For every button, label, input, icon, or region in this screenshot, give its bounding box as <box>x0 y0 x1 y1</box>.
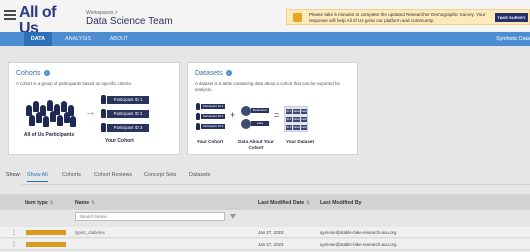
sort-icon[interactable]: ⇅ <box>306 200 310 205</box>
dataset-type-label: Synthetic Data <box>496 36 530 42</box>
person-icon <box>101 109 106 118</box>
grid-cell: Labs 1 <box>301 109 307 118</box>
data-about-cohort-label: Data About Your Cohort <box>238 139 274 150</box>
tab-data[interactable]: DATA <box>24 32 52 46</box>
labs-icon <box>241 119 251 129</box>
person-icon <box>196 123 200 130</box>
grid-cell: Value 2 <box>293 117 300 126</box>
person-icon <box>196 113 200 120</box>
crowd-label: All of Us Participants <box>23 132 75 138</box>
survey-text: Please take 5 minutes to complete the up… <box>309 12 486 23</box>
sort-icon[interactable]: ⇅ <box>91 200 95 205</box>
grid-cell: Value 3 <box>293 125 300 134</box>
equals-icon: = <box>274 110 280 120</box>
datasets-card[interactable]: Datasets i A dataset is a table containin… <box>187 62 358 155</box>
grid-cell: ID 3 <box>286 125 292 130</box>
table-row[interactable]: ⋮ type2_diabetes Jan 27, 2023 aymone@sta… <box>0 227 530 238</box>
participant-chip: Participant ID 3 <box>107 124 149 132</box>
take-survey-button[interactable]: TAKE SURVEY <box>495 13 528 22</box>
row-modified-by: aymone@stable-fake-research-aou.org <box>320 230 397 235</box>
resources-table: Item type ⇅ Name ⇅ Last Modified Date ⇅ Las… <box>0 194 530 252</box>
grid-cell: ID 1 <box>286 109 292 114</box>
column-item-type[interactable]: Item type ⇅ <box>25 200 54 206</box>
grid-cell: Labs 3 <box>301 125 307 134</box>
table-row[interactable]: ⋮ Jan 27, 2023 aymone@stable-fake-resear… <box>0 239 530 250</box>
participants-crowd-icon <box>24 99 76 129</box>
medication-icon <box>241 106 251 116</box>
row-date: Jan 27, 2023 <box>258 242 284 247</box>
participant-chip: Participant ID 2 <box>107 110 149 118</box>
filter-tab-cohorts[interactable]: Cohorts <box>62 172 81 178</box>
show-label: Show: <box>6 172 21 178</box>
filter-tab-datasets[interactable]: Datasets <box>189 172 210 178</box>
item-type-badge <box>26 230 66 235</box>
your-cohort-label: Your Cohort <box>105 138 134 144</box>
mini-participant-chip: Participant ID 2 <box>201 114 225 119</box>
column-last-modified-by[interactable]: Last Modified By <box>320 200 362 206</box>
info-icon[interactable]: i <box>225 70 232 76</box>
row-menu-icon[interactable]: ⋮ <box>11 241 17 248</box>
table-header: Item type ⇅ Name ⇅ Last Modified Date ⇅ Las… <box>0 194 530 210</box>
column-last-modified-date[interactable]: Last Modified Date ⇅ <box>258 200 310 206</box>
filter-funnel-icon[interactable] <box>230 214 236 219</box>
tab-analysis[interactable]: ANALYSIS <box>60 32 96 46</box>
filter-tab-cohort-reviews[interactable]: Cohort Reviews <box>94 172 132 178</box>
search-name-input[interactable] <box>75 212 225 221</box>
mini-participant-chip: Participant ID 3 <box>201 124 225 129</box>
info-icon[interactable]: i <box>43 70 50 76</box>
filter-divider <box>22 184 530 185</box>
person-icon <box>101 95 106 104</box>
survey-banner: Please take 5 minutes to complete the up… <box>286 9 530 25</box>
sort-icon[interactable]: ⇅ <box>50 200 54 205</box>
item-type-badge <box>26 242 66 247</box>
column-name[interactable]: Name ⇅ <box>75 200 95 206</box>
mini-participant-chip: Participant ID 1 <box>201 104 225 109</box>
row-name[interactable]: type2_diabetes <box>75 230 105 235</box>
hamburger-menu-icon[interactable] <box>4 10 16 20</box>
all-of-us-logo[interactable]: All of Us RESEARCHER WORKBENCH <box>19 5 71 43</box>
person-icon <box>101 123 106 132</box>
person-icon <box>196 103 200 110</box>
grid-cell: ID 2 <box>286 117 292 122</box>
filter-tab-concept-sets[interactable]: Concept Sets <box>144 172 176 178</box>
arrow-right-icon: → <box>85 106 96 118</box>
dataset-grid-icon: ID 1 Value 1 Labs 1 ID 2 Value 2 Labs 2 … <box>284 106 308 134</box>
grid-cell: Labs 2 <box>301 117 307 126</box>
row-date: Jan 27, 2023 <box>258 230 284 235</box>
tab-about[interactable]: ABOUT <box>104 32 134 46</box>
cohorts-card-description: A cohort is a group of participants base… <box>16 81 132 86</box>
data-item-chip: Labs <box>251 121 269 126</box>
your-dataset-label: Your Dataset <box>286 139 314 144</box>
workspace-nav: DATA ANALYSIS ABOUT Synthetic Data <box>0 32 530 46</box>
plus-icon: + <box>230 110 236 120</box>
workspace-title: Data Science Team <box>86 16 173 27</box>
participant-chip: Participant ID 1 <box>107 96 149 104</box>
cohorts-card[interactable]: Cohorts i A cohort is a group of particip… <box>8 62 180 155</box>
survey-icon <box>293 13 302 22</box>
row-modified-by: aymone@stable-fake-research-aou.org <box>320 242 397 247</box>
datasets-card-description: A dataset is a table containing data abo… <box>195 81 340 92</box>
datasets-card-title: Datasets i <box>195 70 232 77</box>
data-item-chip: Medication <box>251 108 269 113</box>
cohorts-card-title: Cohorts i <box>16 70 50 77</box>
top-bar: All of Us RESEARCHER WORKBENCH Workspace… <box>0 0 530 43</box>
grid-cell: Value 1 <box>293 109 300 118</box>
row-menu-icon[interactable]: ⋮ <box>11 229 17 236</box>
dataset-your-cohort-label: Your Cohort <box>196 139 224 144</box>
filter-tab-show-all[interactable]: Show All <box>27 172 48 182</box>
